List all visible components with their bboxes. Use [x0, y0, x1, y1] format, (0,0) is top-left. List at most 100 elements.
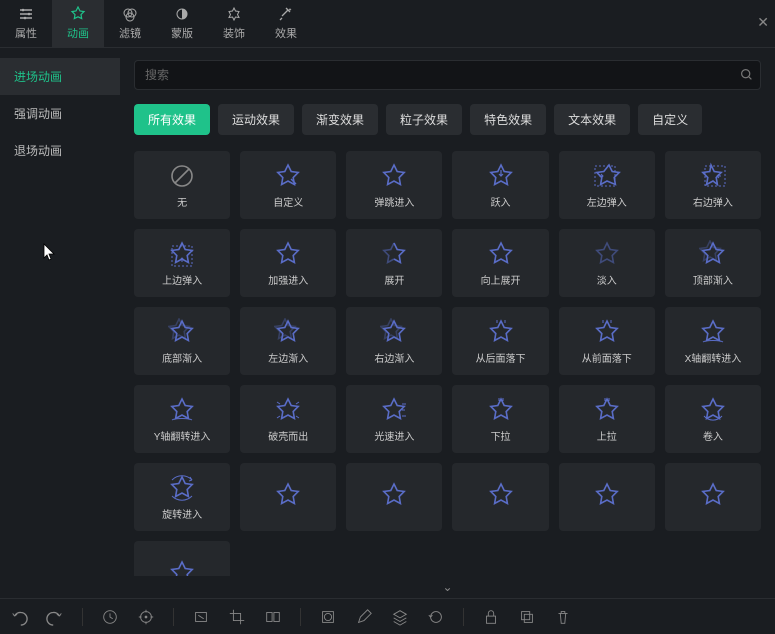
- sidebar-item-enter[interactable]: 进场动画: [0, 58, 120, 95]
- star-multi-icon: [168, 318, 196, 346]
- effect-label: 顶部渐入: [693, 272, 733, 287]
- filter-all[interactable]: 所有效果: [134, 104, 210, 135]
- effect-top-bounce[interactable]: 上边弹入: [134, 229, 230, 297]
- star-edit-icon: [274, 162, 302, 190]
- star-down-icon: [487, 162, 515, 190]
- edit-icon: [355, 608, 373, 626]
- star-speed-icon: [380, 396, 408, 424]
- effect-strong-in[interactable]: 加强进入: [240, 229, 336, 297]
- animation-category-sidebar: 进场动画 强调动画 退场动画: [0, 48, 120, 598]
- filter-icon: [122, 6, 138, 22]
- effect-fade-in[interactable]: 淡入: [559, 229, 655, 297]
- effect-extra-2[interactable]: [346, 463, 442, 531]
- tab-decorate-label: 装饰: [223, 25, 245, 41]
- effects-grid: 无自定义弹跳进入跃入左边弹入右边弹入上边弹入加强进入 展开向上展开淡入 顶部渐入底部…: [134, 151, 761, 576]
- tab-effect-label: 效果: [275, 25, 297, 41]
- history-icon: [101, 608, 119, 626]
- effect-fade-left[interactable]: 左边渐入: [240, 307, 336, 375]
- effect-label: 淡入: [597, 272, 617, 287]
- tab-animation[interactable]: 动画: [52, 0, 104, 47]
- effect-drop-back[interactable]: 从后面落下: [452, 307, 548, 375]
- tab-filter[interactable]: 滤镜: [104, 0, 156, 47]
- toolbar-separator: [463, 608, 464, 626]
- lock-button[interactable]: [482, 608, 500, 626]
- effect-label: 加强进入: [268, 272, 308, 287]
- filter-custom[interactable]: 自定义: [638, 104, 702, 135]
- trash-button[interactable]: [554, 608, 572, 626]
- crop-button[interactable]: [228, 608, 246, 626]
- effect-expand[interactable]: 展开: [346, 229, 442, 297]
- layers-button[interactable]: [391, 608, 409, 626]
- copy-icon: [518, 608, 536, 626]
- compare-button[interactable]: [264, 608, 282, 626]
- filter-particle[interactable]: 粒子效果: [386, 104, 462, 135]
- star-flip-icon: [168, 396, 196, 424]
- effect-extra-1[interactable]: [240, 463, 336, 531]
- star-up-icon: [168, 240, 196, 268]
- rotate-button[interactable]: [427, 608, 445, 626]
- star-multi-icon: [380, 318, 408, 346]
- target-button[interactable]: [137, 608, 155, 626]
- tab-effect[interactable]: 效果: [260, 0, 312, 47]
- search-input[interactable]: [134, 60, 761, 90]
- effect-fade-right[interactable]: 右边渐入: [346, 307, 442, 375]
- tab-mask-label: 蒙版: [171, 25, 193, 41]
- lock-icon: [482, 608, 500, 626]
- effect-flip-x[interactable]: X轴翻转进入: [665, 307, 761, 375]
- filter-fade[interactable]: 渐变效果: [302, 104, 378, 135]
- effect-drop-front[interactable]: 从前面落下: [559, 307, 655, 375]
- edit-button[interactable]: [355, 608, 373, 626]
- mask-sq-button[interactable]: [319, 608, 337, 626]
- star-icon: [380, 481, 408, 509]
- mask-icon: [174, 6, 190, 22]
- sparkle-icon: [278, 6, 294, 22]
- effect-light-in[interactable]: 光速进入: [346, 385, 442, 453]
- effect-left-bounce[interactable]: 左边弹入: [559, 151, 655, 219]
- effect-pull-down[interactable]: 下拉: [452, 385, 548, 453]
- effect-bounce-in[interactable]: 弹跳进入: [346, 151, 442, 219]
- effect-break-out[interactable]: 破壳而出: [240, 385, 336, 453]
- search-icon[interactable]: [740, 68, 753, 84]
- effect-label: 上拉: [597, 428, 617, 443]
- rotate-icon: [427, 608, 445, 626]
- close-icon[interactable]: ✕: [757, 14, 769, 31]
- undo-button[interactable]: [10, 608, 28, 626]
- effect-extra-3[interactable]: [452, 463, 548, 531]
- chevron-down-icon: ⌄: [442, 580, 452, 594]
- effect-roll-in[interactable]: 卷入: [665, 385, 761, 453]
- effect-fade-top[interactable]: 顶部渐入: [665, 229, 761, 297]
- tab-attributes-label: 属性: [15, 25, 37, 41]
- effect-fade-bottom[interactable]: 底部渐入: [134, 307, 230, 375]
- sidebar-item-exit[interactable]: 退场动画: [0, 132, 120, 169]
- tab-filter-label: 滤镜: [119, 25, 141, 41]
- filter-chips: 所有效果运动效果渐变效果粒子效果特色效果文本效果自定义: [134, 104, 761, 135]
- history-button[interactable]: [101, 608, 119, 626]
- effect-flip-y[interactable]: Y轴翻转进入: [134, 385, 230, 453]
- star-icon: [593, 481, 621, 509]
- redo-button[interactable]: [46, 608, 64, 626]
- sidebar-item-emphasis[interactable]: 强调动画: [0, 95, 120, 132]
- ratio-button[interactable]: [192, 608, 210, 626]
- filter-text[interactable]: 文本效果: [554, 104, 630, 135]
- copy-button[interactable]: [518, 608, 536, 626]
- effect-rotate-in[interactable]: 旋转进入: [134, 463, 230, 531]
- effects-content: 所有效果运动效果渐变效果粒子效果特色效果文本效果自定义 无自定义弹跳进入跃入左边…: [120, 48, 775, 598]
- forbid-icon: [168, 162, 196, 190]
- effect-extra-6[interactable]: [134, 541, 230, 576]
- effect-extra-4[interactable]: [559, 463, 655, 531]
- effect-custom[interactable]: 自定义: [240, 151, 336, 219]
- filter-motion[interactable]: 运动效果: [218, 104, 294, 135]
- effect-none[interactable]: 无: [134, 151, 230, 219]
- tab-decorate[interactable]: 装饰: [208, 0, 260, 47]
- redo-icon: [46, 608, 64, 626]
- filter-special[interactable]: 特色效果: [470, 104, 546, 135]
- expand-grid[interactable]: ⌄: [134, 576, 761, 598]
- effect-jump-in[interactable]: 跃入: [452, 151, 548, 219]
- effect-right-bounce[interactable]: 右边弹入: [665, 151, 761, 219]
- star-rotate-icon: [168, 474, 196, 502]
- tab-attributes[interactable]: 属性: [0, 0, 52, 47]
- effect-expand-up[interactable]: 向上展开: [452, 229, 548, 297]
- effect-extra-5[interactable]: [665, 463, 761, 531]
- tab-mask[interactable]: 蒙版: [156, 0, 208, 47]
- effect-pull-up[interactable]: 上拉: [559, 385, 655, 453]
